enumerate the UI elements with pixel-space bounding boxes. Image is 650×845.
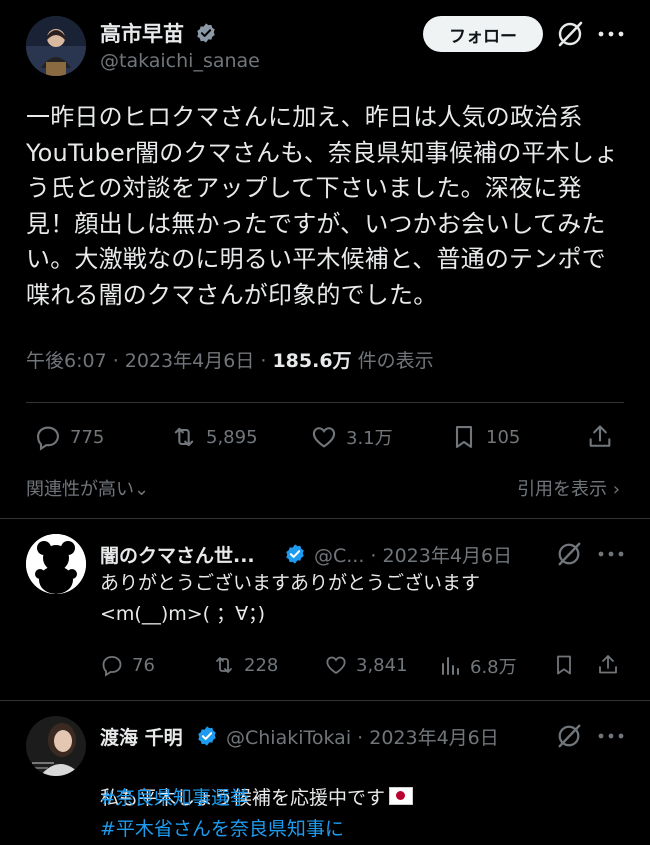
reply-date[interactable]: · 2023年4月6日 <box>364 545 512 567</box>
divider <box>0 518 650 519</box>
reply-author-name[interactable]: 闇のクマさん世... <box>100 541 255 568</box>
reply-meta: @C... · 2023年4月6日 <box>314 541 512 568</box>
reply-meta: @ChiakiTokai · 2023年4月6日 <box>226 723 499 750</box>
author-name[interactable]: 高市早苗 <box>100 22 184 46</box>
grok-icon[interactable] <box>556 723 582 749</box>
share-button[interactable] <box>596 653 628 677</box>
tweet-meta: 午後6:07 · 2023年4月6日 · 185.6万 件の表示 <box>26 346 434 373</box>
views-count: 185.6万 <box>272 350 352 372</box>
japan-flag-icon <box>389 787 414 805</box>
reply-count: 775 <box>70 426 105 448</box>
like-button[interactable]: 3.1万 <box>310 423 393 451</box>
reply-button[interactable]: 775 <box>34 423 104 451</box>
author-handle[interactable]: @takaichi_sanae <box>100 50 260 72</box>
reply-sort-dropdown[interactable]: 関連性が高い⌄ <box>26 475 149 501</box>
reply-author-handle[interactable]: @ChiakiTokai <box>226 727 351 749</box>
sort-label: 関連性が高い <box>26 479 134 500</box>
bookmark-icon <box>455 426 473 448</box>
verified-badge-icon <box>198 726 216 746</box>
more-options-icon[interactable] <box>598 31 624 37</box>
bookmark-icon <box>557 655 571 675</box>
reply-author-name[interactable]: 渡海 千明 <box>100 723 183 750</box>
heart-icon <box>312 427 336 448</box>
hashtag-link[interactable]: #平木省さんを奈良県知事に <box>100 814 344 845</box>
divider <box>26 402 624 403</box>
chevron-right-icon: › <box>612 479 620 500</box>
verified-badge-icon <box>286 544 304 564</box>
views-button[interactable]: 6.8万 <box>438 653 517 679</box>
repost-icon <box>216 657 232 673</box>
reply-icon <box>102 656 122 677</box>
share-icon <box>599 655 617 674</box>
repost-button[interactable]: 5,895 <box>170 423 258 451</box>
reply-date[interactable]: · 2023年4月6日 <box>351 727 499 749</box>
hashtag-link[interactable]: #奈良県知事選挙 <box>100 783 249 814</box>
reply-button[interactable]: 76 <box>100 653 155 677</box>
heart-icon <box>326 656 346 675</box>
like-button[interactable]: 3,841 <box>324 653 408 677</box>
bookmark-button[interactable]: 105 <box>450 423 520 451</box>
reply-avatar[interactable] <box>26 534 86 594</box>
like-count: 3.1万 <box>346 428 393 449</box>
view-quotes-link[interactable]: 引用を表示 › <box>517 475 620 501</box>
views-chart-icon <box>442 657 459 675</box>
share-icon <box>589 425 611 447</box>
tweet-timestamp[interactable]: 午後6:07 · 2023年4月6日 · <box>26 350 272 372</box>
chevron-down-icon: ⌄ <box>134 479 150 500</box>
repost-count: 228 <box>244 654 279 676</box>
bookmark-button[interactable] <box>552 653 584 677</box>
grok-icon[interactable] <box>556 20 584 48</box>
repost-icon <box>174 427 194 447</box>
more-options-icon[interactable] <box>598 551 624 557</box>
reply-count: 76 <box>132 654 155 676</box>
reply-author-handle[interactable]: @C... <box>314 545 364 567</box>
bookmark-count: 105 <box>486 426 521 448</box>
grok-icon[interactable] <box>556 541 582 567</box>
share-button[interactable] <box>586 423 622 451</box>
follow-button[interactable]: フォロー <box>423 16 543 52</box>
reply-avatar[interactable] <box>26 716 86 776</box>
author-avatar[interactable] <box>26 16 86 76</box>
verified-badge-icon <box>197 23 215 43</box>
views-count: 6.8万 <box>470 657 517 678</box>
views-label: 件の表示 <box>351 350 434 372</box>
quotes-label: 引用を表示 <box>517 479 608 500</box>
author-name-line: 高市早苗 <box>100 18 217 48</box>
reply-icon <box>37 426 59 451</box>
repost-button[interactable]: 228 <box>212 653 278 677</box>
tweet-text: 一昨日のヒロクマさんに加え、昨日は人気の政治系 YouTuber闇のクマさんも、… <box>26 103 619 309</box>
repost-count: 5,895 <box>206 426 258 448</box>
tweet-header: 高市早苗 @takaichi_sanae フォロー <box>0 0 650 92</box>
more-options-icon[interactable] <box>598 733 624 739</box>
reply-text: ありがとうございますありがとうございます <m(__)m>( ；∀；) <box>100 572 481 625</box>
like-count: 3,841 <box>356 654 408 676</box>
divider <box>0 700 650 701</box>
